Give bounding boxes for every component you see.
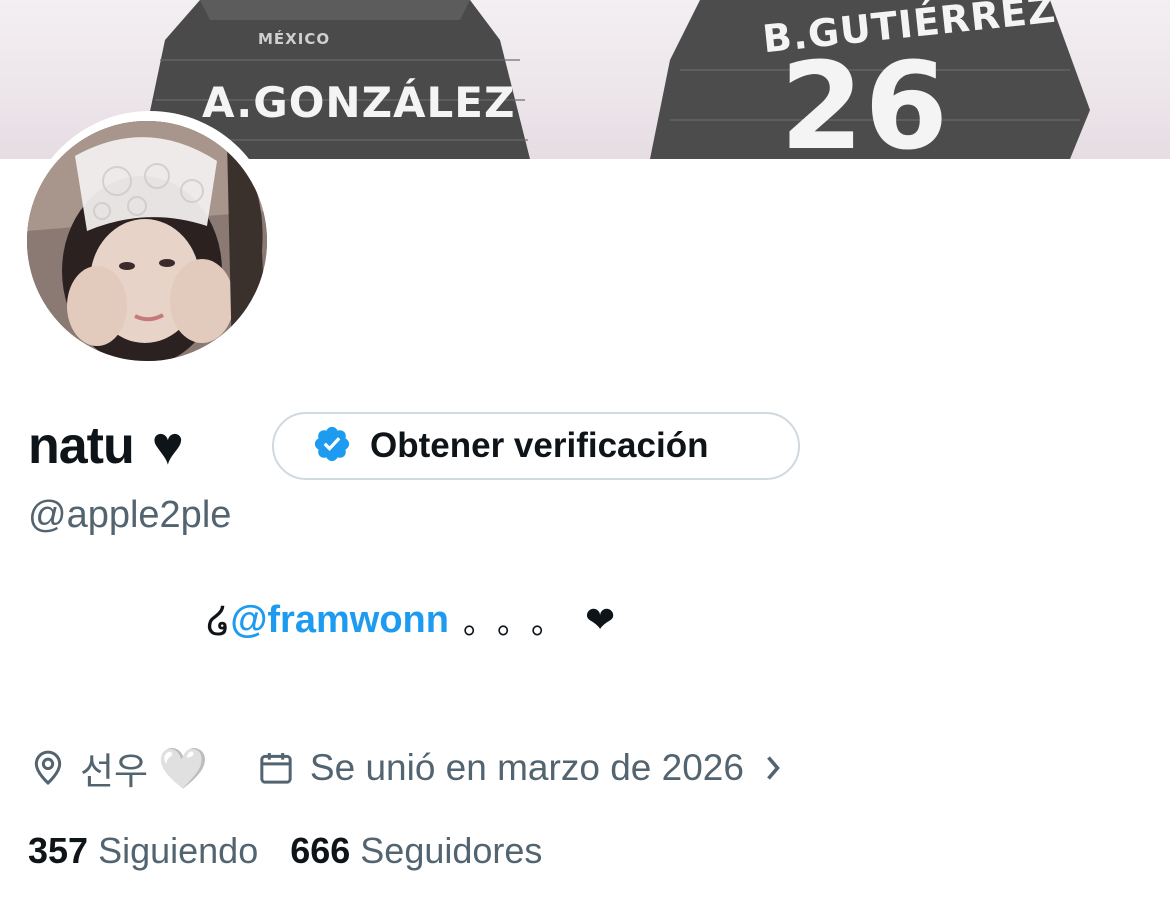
bio-mention-link[interactable]: @framwonn xyxy=(230,599,449,642)
profile-meta-row: 선우 🤍 Se unió en marzo de 2026 xyxy=(28,740,784,796)
joined-date-text: Se unió en marzo de 2026 xyxy=(309,747,744,788)
name-emoji: ♥ xyxy=(151,416,184,476)
chevron-right-icon xyxy=(762,753,784,783)
profile-handle: @apple2ple xyxy=(28,494,232,536)
get-verified-label: Obtener verificación xyxy=(370,426,709,465)
joined-date-link[interactable]: Se unió en marzo de 2026 xyxy=(256,747,784,789)
display-name: natu xyxy=(28,417,135,475)
location-emoji: 🤍 xyxy=(158,746,209,791)
followers-count: 666 xyxy=(290,830,351,871)
profile-stats: 357 Siguiendo 666 Seguidores xyxy=(28,826,542,876)
following-link[interactable]: 357 Siguiendo xyxy=(28,830,258,872)
avatar[interactable] xyxy=(27,121,267,361)
banner-jersey-right: B.GUTIÉRREZ 26 xyxy=(650,0,1090,159)
jersey-crest-text: MÉXICO xyxy=(258,30,331,48)
following-count: 357 xyxy=(28,830,89,871)
jersey-name-left: A.GONZÁLEZ xyxy=(202,78,516,127)
bio-heart-emoji: ❤ xyxy=(584,599,616,640)
profile-bio: ໒ @framwonn 。。。 ❤ xyxy=(206,597,615,643)
verified-badge-icon xyxy=(312,424,352,469)
location-text: 선우 xyxy=(80,751,149,792)
following-label: Siguiendo xyxy=(98,830,259,871)
get-verified-button[interactable]: Obtener verificación xyxy=(272,412,800,480)
location-pin-icon xyxy=(28,748,68,788)
jersey-number-right: 26 xyxy=(780,38,949,160)
profile-location: 선우 🤍 xyxy=(28,741,208,795)
bio-prefix: ໒ xyxy=(206,599,231,642)
bio-dots: 。。。 xyxy=(462,604,581,640)
calendar-icon xyxy=(256,748,296,788)
profile-name-row: natu ♥ xyxy=(28,410,184,482)
followers-label: Seguidores xyxy=(360,830,543,871)
followers-link[interactable]: 666 Seguidores xyxy=(290,830,542,872)
